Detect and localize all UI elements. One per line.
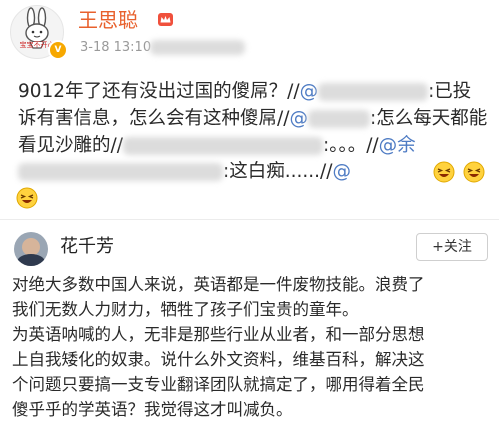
comment-text-line: 为英语呐喊的人，无非是那些行业从业者，和一部分思想 <box>12 325 425 344</box>
post-text-line: 诉有害信息，怎么会有这种傻屌//@:怎么每天都能 <box>18 108 488 129</box>
comment-text-line: 我们无数人力财力，牺牲了孩子们宝贵的童年。 <box>12 300 359 319</box>
laughing-emoji-icon <box>463 161 485 183</box>
blurred-mention <box>318 83 429 101</box>
post-username[interactable]: 王思聪 <box>78 8 138 32</box>
mention-link[interactable]: @ <box>289 108 308 129</box>
divider <box>0 219 499 220</box>
mention-link[interactable]: @ <box>332 161 351 182</box>
follow-button[interactable]: +关注 <box>416 233 488 261</box>
verified-badge-icon: V <box>48 40 68 60</box>
laughing-emoji-icon <box>433 161 455 183</box>
blurred-mention <box>307 110 370 128</box>
mention-link[interactable]: @余 <box>379 135 416 156</box>
blurred-mention <box>18 163 223 181</box>
post-text-line: 9012年了还有没出过国的傻屌？//@:已投 <box>18 81 472 102</box>
comment-text-line: 傻乎乎的学英语？我觉得这才叫减负。 <box>12 400 293 419</box>
comment-text-line: 对绝大多数中国人来说，英语都是一件废物技能。浪费了 <box>12 275 425 294</box>
blurred-mention <box>122 137 323 155</box>
comment-text-line: 上自我矮化的奴隶。说什么外文资料，维基百科，解决这 <box>12 350 425 369</box>
post-timestamp: 3-18 13:10 <box>80 40 152 55</box>
avatar[interactable] <box>14 232 48 266</box>
laughing-emoji-icon <box>16 187 38 209</box>
comment-username[interactable]: 花千芳 <box>60 236 114 258</box>
post-text-line: 看见沙雕的//:。。。//@余 <box>18 135 416 156</box>
comment-text-line: 个问题只要搞一支专业翻译团队就搞定了，哪用得着全民 <box>12 375 425 394</box>
mention-link[interactable]: @ <box>300 81 319 102</box>
post-text-line: :这白痴......//@ <box>18 160 351 184</box>
crown-icon <box>158 13 173 26</box>
blurred-source <box>150 40 245 55</box>
